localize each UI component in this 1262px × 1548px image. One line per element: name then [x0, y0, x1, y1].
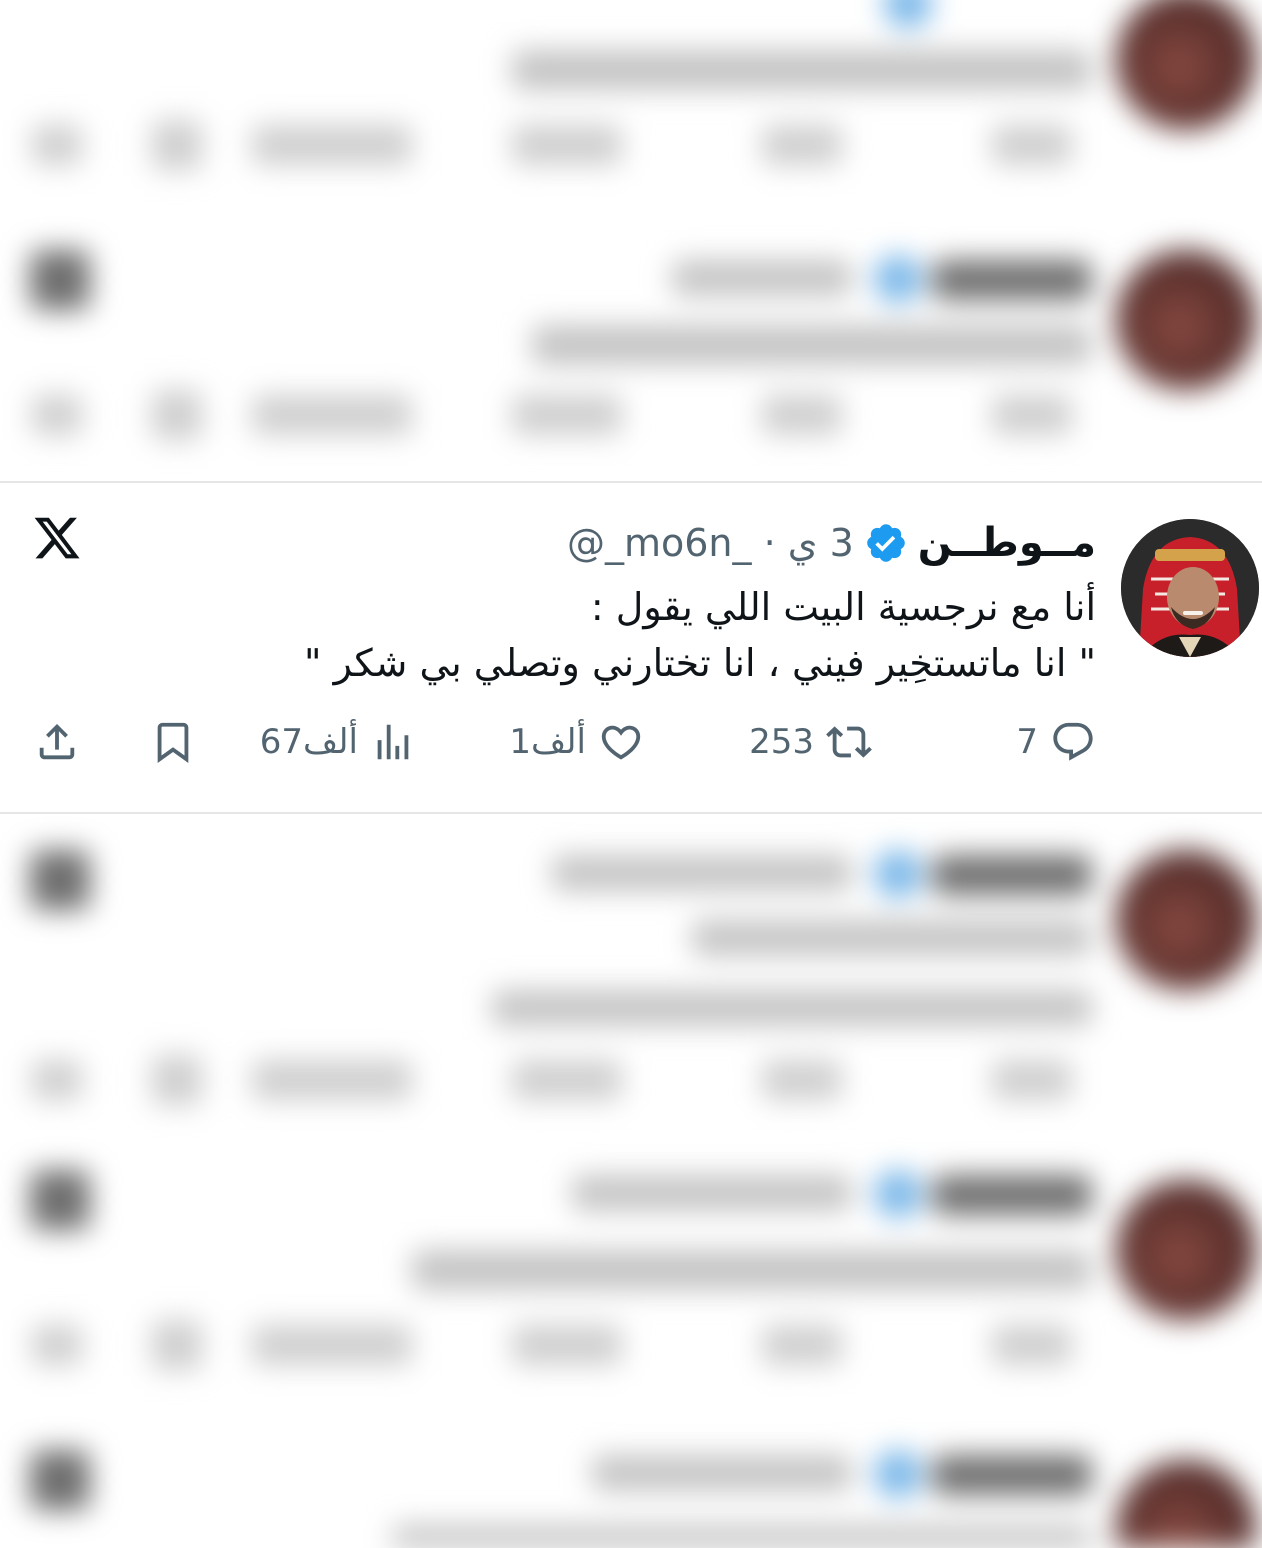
avatar — [1116, 850, 1256, 990]
separator-bottom — [0, 812, 1262, 814]
tweet-text: أنا مع نرجسية البيت اللي يقول : " انا ما… — [136, 579, 1096, 691]
blurred-tweet-4 — [0, 1150, 1262, 1410]
views-icon — [377, 724, 409, 760]
share-button[interactable] — [34, 719, 80, 765]
timestamp[interactable]: 3 ي — [788, 521, 854, 565]
reply-icon — [1053, 722, 1093, 761]
repost-button[interactable]: 253 — [749, 719, 872, 765]
bookmark-icon — [157, 722, 189, 763]
blurred-tweet-5 — [0, 1430, 1262, 1548]
avatar — [1116, 1180, 1256, 1320]
tweet-header: مــوطــن @_mo6n_ · 3 ي — [567, 513, 1096, 573]
tweet-text-line-2: " انا ماتستخِير فيني ، انا تختارني وتصلي… — [304, 641, 1096, 685]
avatar[interactable] — [1121, 519, 1259, 657]
tweet-text-line-1: أنا مع نرجسية البيت اللي يقول : — [590, 585, 1096, 629]
tweet-actions: 7 253 1ألف 67ألف — [0, 719, 1262, 775]
verified-badge-icon — [867, 524, 905, 562]
like-count: 1ألف — [509, 722, 586, 762]
reply-count: 7 — [1016, 722, 1038, 762]
avatar — [1116, 250, 1256, 390]
bookmark-button[interactable] — [150, 719, 196, 765]
blurred-tweet-3 — [0, 830, 1262, 1130]
blurred-tweet-1 — [0, 0, 1262, 200]
reply-button[interactable]: 7 — [1016, 719, 1096, 765]
avatar — [1116, 1460, 1256, 1548]
repost-count: 253 — [749, 722, 814, 762]
share-icon — [39, 723, 75, 760]
views-button[interactable]: 67ألف — [260, 719, 416, 765]
x-logo-icon — [34, 517, 80, 559]
repost-icon — [826, 726, 872, 758]
separator-dot: · — [763, 521, 776, 565]
blurred-tweet-2 — [0, 210, 1262, 440]
like-button[interactable]: 1ألف — [509, 719, 644, 765]
views-count: 67ألف — [259, 722, 358, 762]
handle[interactable]: @_mo6n_ — [567, 521, 752, 565]
like-icon — [601, 725, 641, 760]
display-name[interactable]: مــوطــن — [918, 520, 1096, 566]
avatar — [1116, 0, 1256, 130]
tweet[interactable]: مــوطــن @_mo6n_ · 3 ي أنا مع نرجسية الب… — [0, 483, 1262, 813]
handle-time: @_mo6n_ · 3 ي — [567, 521, 854, 565]
